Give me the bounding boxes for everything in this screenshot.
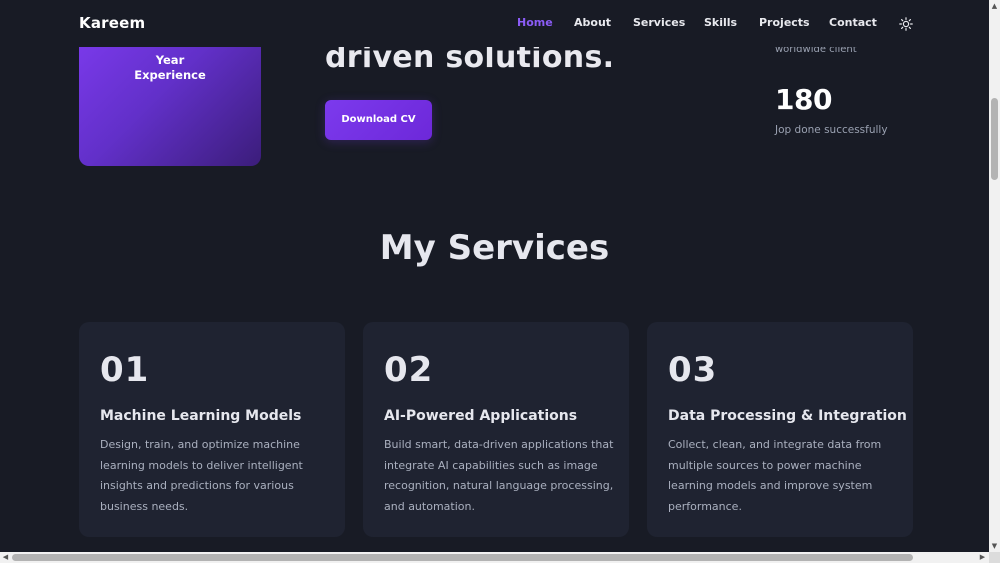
horizontal-scroll-thumb[interactable] xyxy=(12,554,913,561)
service-description: Collect, clean, and integrate data from … xyxy=(668,438,882,513)
nav-contact[interactable]: Contact xyxy=(829,16,877,29)
nav-about[interactable]: About xyxy=(574,16,611,29)
vertical-scrollbar[interactable]: ▲ ▼ xyxy=(989,0,1000,552)
service-card-2: 02 AI-Powered Applications Build smart, … xyxy=(363,322,629,537)
horizontal-scrollbar[interactable]: ◀ ▶ xyxy=(0,552,989,563)
service-title: Data Processing & Integration xyxy=(668,408,907,424)
sun-icon xyxy=(899,17,913,31)
service-card-3: 03 Data Processing & Integration Collect… xyxy=(647,322,913,537)
service-card-1: 01 Machine Learning Models Design, train… xyxy=(79,322,345,537)
service-number: 02 xyxy=(384,350,434,390)
theme-toggle-button[interactable] xyxy=(899,16,913,31)
scrollbar-corner xyxy=(989,552,1000,563)
service-title: Machine Learning Models xyxy=(100,408,302,424)
nav-skills[interactable]: Skills xyxy=(704,16,737,29)
page: Year Experience driven solutions. Downlo… xyxy=(0,0,989,552)
navbar: Kareem Home About Services Skills Projec… xyxy=(0,0,989,47)
service-number: 01 xyxy=(100,350,150,390)
vertical-scroll-thumb[interactable] xyxy=(991,98,998,180)
experience-text: Year Experience xyxy=(134,53,206,82)
stat-label-jobs: Jop done successfully xyxy=(775,124,888,136)
stat-value-jobs: 180 xyxy=(775,83,832,116)
nav-services[interactable]: Services xyxy=(633,16,685,29)
services-heading: My Services xyxy=(379,228,610,268)
scroll-right-arrow-icon[interactable]: ▶ xyxy=(978,552,987,563)
experience-card: Year Experience xyxy=(79,30,261,166)
service-description: Design, train, and optimize machine lear… xyxy=(100,438,303,513)
scroll-left-arrow-icon[interactable]: ◀ xyxy=(1,552,10,563)
service-description: Build smart, data-driven applications th… xyxy=(384,438,614,513)
service-title: AI-Powered Applications xyxy=(384,408,578,424)
download-cv-button[interactable]: Download CV xyxy=(325,100,432,140)
scroll-down-arrow-icon[interactable]: ▼ xyxy=(989,542,1000,551)
nav-home[interactable]: Home xyxy=(517,16,553,29)
scroll-up-arrow-icon[interactable]: ▲ xyxy=(989,2,1000,11)
service-number: 03 xyxy=(668,350,718,390)
nav-projects[interactable]: Projects xyxy=(759,16,810,29)
brand-logo[interactable]: Kareem xyxy=(79,14,145,32)
